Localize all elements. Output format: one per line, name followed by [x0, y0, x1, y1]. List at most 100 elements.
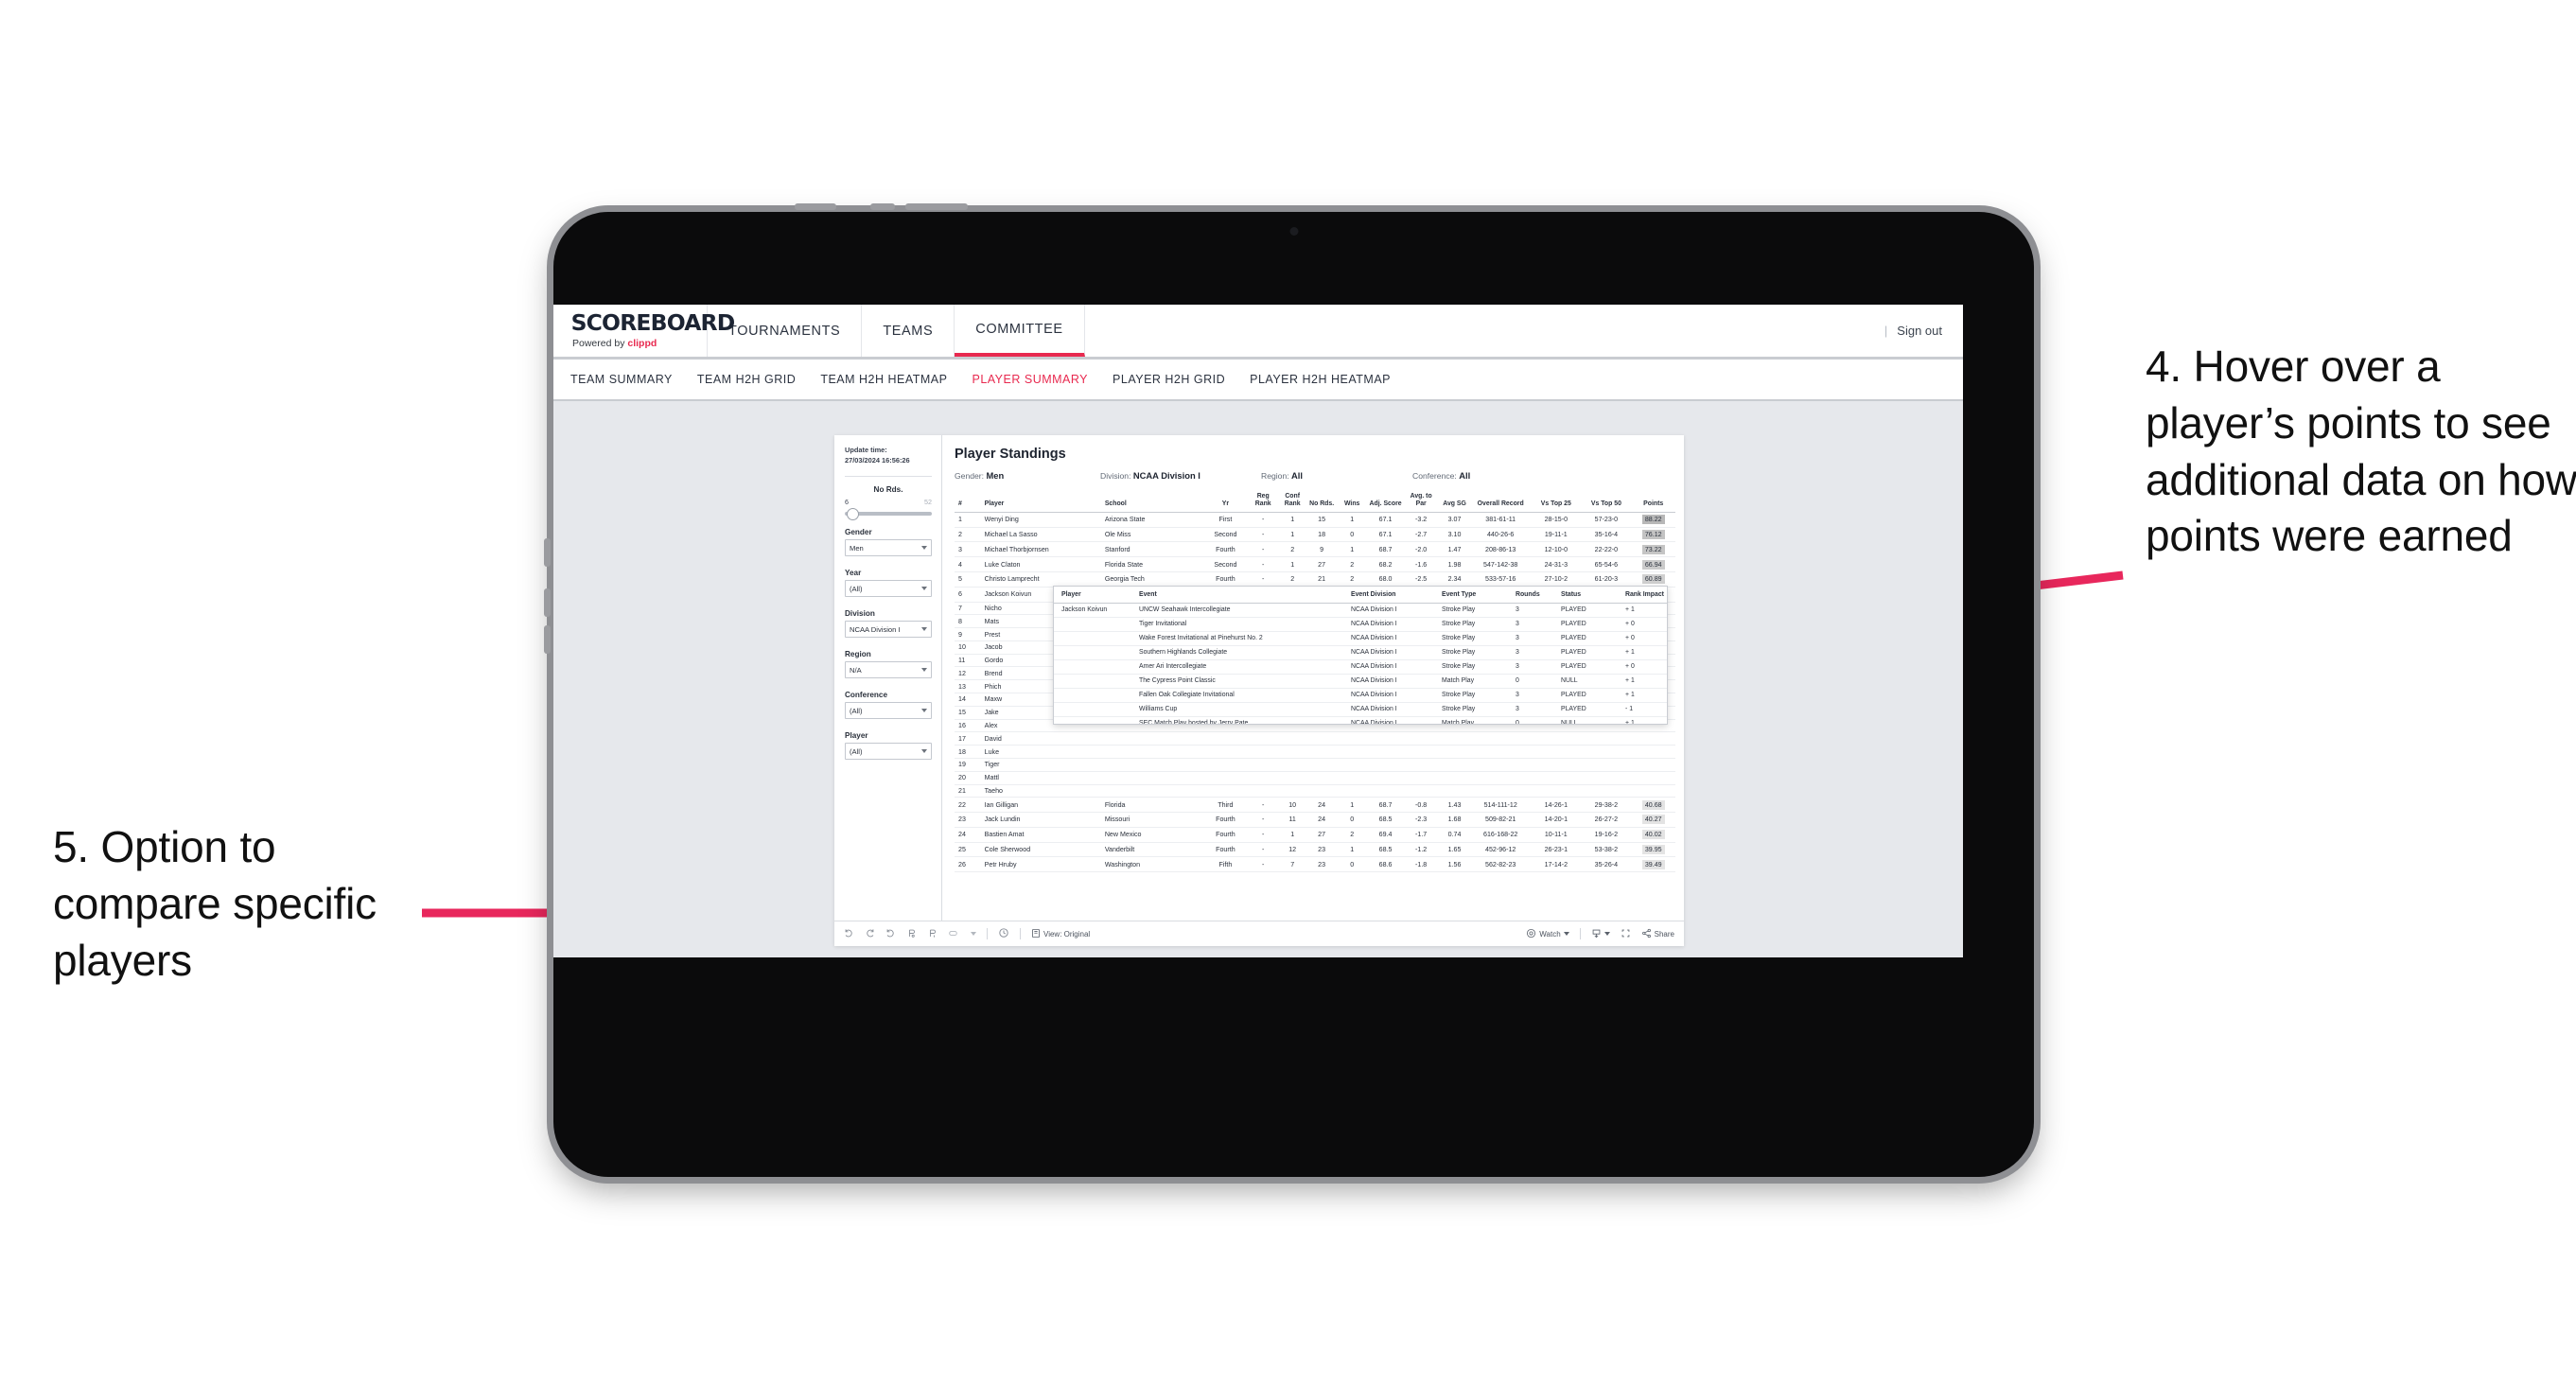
table-row[interactable]: 18 Luke: [955, 745, 1675, 759]
redo-icon[interactable]: [865, 928, 875, 940]
range-slider-handle[interactable]: [847, 508, 859, 521]
table-row[interactable]: 22 Ian Gilligan Florida Third -10 24 1 68.7 -0.8…: [955, 797, 1675, 814]
chevron-down-icon[interactable]: [971, 932, 976, 936]
filter-player-select[interactable]: (All): [845, 743, 932, 761]
col-rank[interactable]: #: [955, 490, 981, 513]
nav-item-teams[interactable]: TEAMS: [862, 305, 955, 357]
share-button[interactable]: Share: [1641, 928, 1674, 940]
cell-adj-score: 68.7: [1367, 541, 1404, 558]
cell-no-rds: 23: [1306, 842, 1337, 858]
col-avg-to-par[interactable]: Avg. to Par: [1403, 490, 1439, 513]
table-row[interactable]: 19 Tiger: [955, 758, 1675, 772]
tooltip-cell-event-type: Stroke Play: [1440, 617, 1514, 632]
col-overall-record[interactable]: Overall Record: [1470, 490, 1532, 513]
annotation-left-text: 5. Option to compare specific players: [53, 822, 377, 985]
subnav-item-team-h2h-heatmap[interactable]: TEAM H2H HEATMAP: [820, 373, 947, 386]
cell-points[interactable]: 39.95: [1631, 842, 1675, 858]
table-row[interactable]: 2 Michael La Sasso Ole Miss Second -1 18 0 67.1…: [955, 527, 1675, 543]
cell-points[interactable]: [1631, 771, 1675, 785]
undo-icon[interactable]: [844, 928, 854, 940]
table-row[interactable]: 20 Mattl: [955, 771, 1675, 785]
col-yr[interactable]: Yr: [1202, 490, 1249, 513]
tooltip-table-header: Player Event Event Division Event Type R…: [1054, 587, 1667, 604]
range-slider[interactable]: [845, 508, 932, 521]
subnav-item-player-h2h-grid[interactable]: PLAYER H2H GRID: [1113, 373, 1225, 386]
table-row[interactable]: 1 Wenyi Ding Arizona State First -1 15 1 67.1 -3…: [955, 512, 1675, 528]
cell-no-rds: 24: [1306, 797, 1337, 814]
brand-logo[interactable]: SCOREBOARD Powered by clippd: [553, 305, 735, 357]
cell-points[interactable]: 88.22: [1631, 512, 1675, 528]
cell-adj-score: [1367, 731, 1404, 746]
filter-year-select[interactable]: (All): [845, 580, 932, 598]
cell-points[interactable]: 73.22: [1631, 541, 1675, 558]
col-school[interactable]: School: [1100, 490, 1203, 513]
cell-points[interactable]: 40.68: [1631, 797, 1675, 814]
revert-icon[interactable]: [885, 928, 896, 940]
cell-points[interactable]: 40.27: [1631, 812, 1675, 828]
cell-points[interactable]: [1631, 784, 1675, 798]
cell-rank: 4: [955, 556, 981, 572]
col-wins[interactable]: Wins: [1336, 490, 1368, 513]
col-avg-sg[interactable]: Avg SG: [1438, 490, 1471, 513]
col-vs-top-25[interactable]: Vs Top 25: [1531, 490, 1582, 513]
filter-gender-select[interactable]: Men: [845, 539, 932, 557]
cell-points[interactable]: 40.02: [1631, 827, 1675, 843]
filter-conference-select[interactable]: (All): [845, 702, 932, 720]
col-reg-rank[interactable]: Reg Rank: [1248, 490, 1278, 513]
nav-item-committee[interactable]: COMMITTEE: [955, 305, 1085, 357]
highlight-icon[interactable]: [948, 928, 960, 940]
filter-region: Region N/A: [845, 650, 932, 679]
cell-wins: 2: [1336, 827, 1368, 843]
cell-points[interactable]: 39.49: [1631, 856, 1675, 873]
filter-division-select[interactable]: NCAA Division I: [845, 621, 932, 639]
subnav-item-team-summary[interactable]: TEAM SUMMARY: [570, 373, 673, 386]
toolbar-divider: [987, 928, 988, 939]
cell-points[interactable]: [1631, 745, 1675, 759]
tooltip-cell-status: PLAYED: [1559, 603, 1623, 618]
tooltip-row: Wake Forest Invitational at Pinehurst No…: [1054, 631, 1667, 646]
cell-overall-record: [1470, 771, 1532, 785]
col-vs-top-50[interactable]: Vs Top 50: [1581, 490, 1632, 513]
chevron-down-icon: [921, 709, 927, 713]
cell-points[interactable]: [1631, 758, 1675, 772]
table-row[interactable]: 21 Taeho: [955, 784, 1675, 798]
pause-updates-icon[interactable]: [927, 928, 938, 940]
table-row[interactable]: 24 Bastien Amat New Mexico Fourth -1 27 2 69.4-…: [955, 827, 1675, 843]
refresh-icon[interactable]: [906, 928, 917, 940]
table-row[interactable]: 17 David: [955, 731, 1675, 746]
col-points[interactable]: Points: [1631, 490, 1675, 513]
table-row[interactable]: 3 Michael Thorbjornsen Stanford Fourth -2 9 1 6…: [955, 541, 1675, 558]
table-row[interactable]: 26 Petr Hruby Washington Fifth -7 23 0 68.6 -1.8…: [955, 856, 1675, 873]
table-row[interactable]: 23 Jack Lundin Missouri Fourth -11 24 0 68.5 -2.…: [955, 812, 1675, 828]
cell-points[interactable]: 66.94: [1631, 556, 1675, 572]
cell-points[interactable]: [1631, 731, 1675, 746]
cell-points[interactable]: 60.89: [1631, 571, 1675, 588]
table-row[interactable]: 5 Christo Lamprecht Georgia Tech Fourth -2 21…: [955, 571, 1675, 588]
cell-school: Arizona State: [1100, 512, 1203, 528]
tooltip-cell-event-type: Stroke Play: [1440, 688, 1514, 703]
col-no-rds[interactable]: No Rds.: [1306, 490, 1337, 513]
history-icon[interactable]: [998, 927, 1009, 940]
fullscreen-icon[interactable]: [1621, 928, 1631, 940]
tooltip-cell-rank-impact: + 1: [1623, 716, 1667, 724]
cell-adj-score: 68.7: [1367, 797, 1404, 814]
cell-vs-top-25: 28-15-0: [1531, 512, 1582, 528]
table-row[interactable]: 25 Cole Sherwood Vanderbilt Fourth -12 23 1 68.…: [955, 842, 1675, 858]
table-row[interactable]: 4 Luke Claton Florida State Second -1 27 2 68.2…: [955, 556, 1675, 572]
cell-no-rds: 24: [1306, 812, 1337, 828]
subnav-item-player-h2h-heatmap[interactable]: PLAYER H2H HEATMAP: [1250, 373, 1391, 386]
sign-out-link[interactable]: Sign out: [1897, 324, 1942, 338]
col-conf-rank[interactable]: Conf Rank: [1277, 490, 1307, 513]
cell-points[interactable]: 76.12: [1631, 527, 1675, 543]
cell-school: Florida: [1100, 797, 1203, 814]
subnav-item-team-h2h-grid[interactable]: TEAM H2H GRID: [697, 373, 796, 386]
col-player[interactable]: Player: [980, 490, 1101, 513]
col-adj-score[interactable]: Adj. Score: [1367, 490, 1404, 513]
view-original-button[interactable]: View: Original: [1031, 928, 1090, 940]
filter-region-select[interactable]: N/A: [845, 661, 932, 679]
watch-button[interactable]: Watch: [1526, 928, 1569, 940]
download-button[interactable]: [1591, 928, 1610, 940]
subnav-item-player-summary[interactable]: PLAYER SUMMARY: [972, 373, 1088, 386]
sidebar-divider: [845, 476, 932, 478]
cell-overall-record: 440-26-6: [1470, 527, 1532, 543]
